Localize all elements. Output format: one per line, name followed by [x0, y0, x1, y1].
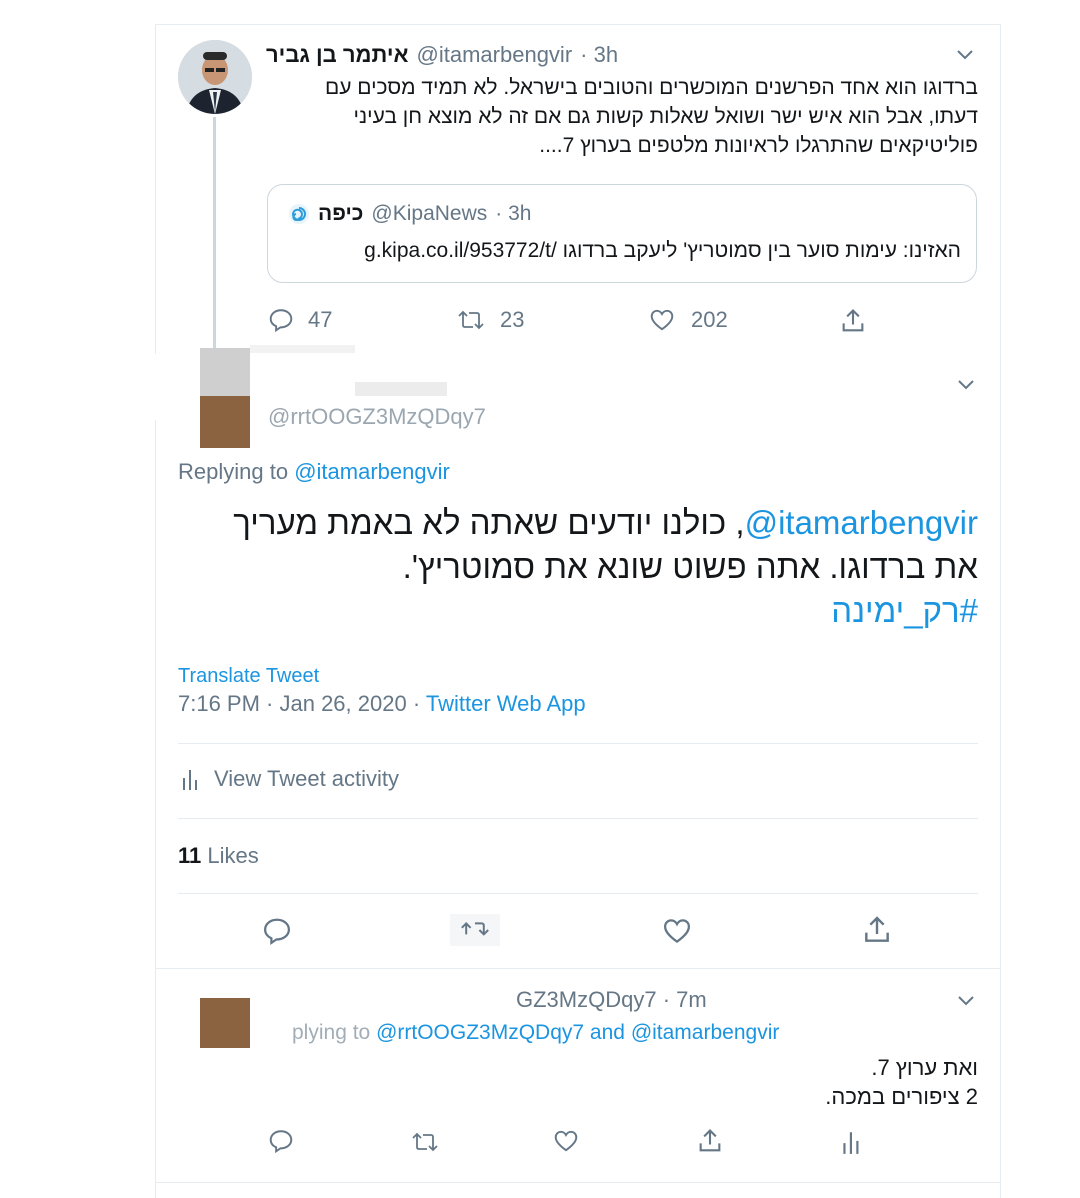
avatar[interactable]	[178, 40, 252, 114]
author-handle[interactable]: GZ3MzQDqy7	[516, 987, 657, 1012]
reply-icon[interactable]	[268, 1128, 294, 1154]
main-text-line-2: את ברדוגו. אתה פשוט שונא את סמוטריץ'.	[402, 548, 978, 585]
tweet-text-line: דעתו, אבל הוא איש ישר ושואל שאלות קשות ג…	[353, 105, 979, 128]
quote-handle: @KipaNews	[371, 202, 488, 225]
quote-text: האזינו: עימות סוער בין סמוטריץ' ליעקב בר…	[364, 239, 961, 262]
tweet-timestamp[interactable]: 7:16 PM · Jan 26, 2020 ·	[178, 691, 426, 716]
share-icon[interactable]	[861, 914, 893, 946]
translate-tweet-link[interactable]: Translate Tweet	[178, 665, 319, 688]
reply-text-line: ואת ערוץ 7.	[871, 1055, 978, 1080]
divider	[178, 818, 978, 819]
and-label: and	[589, 1021, 625, 1044]
tweet-text-line: ברדוגו הוא אחד הפרשנים המוכשרים והטובים …	[324, 76, 978, 99]
reply-action[interactable]: 47	[268, 307, 332, 333]
bar-chart-icon	[180, 766, 202, 792]
heart-icon[interactable]	[553, 1128, 579, 1154]
share-icon[interactable]	[696, 1127, 724, 1155]
like-count: 202	[691, 307, 728, 332]
divider	[155, 1182, 1001, 1183]
view-activity-label: View Tweet activity	[214, 766, 400, 791]
main-text-part: , כולנו יודעים שאתה לא באמת מעריך	[233, 504, 745, 541]
main-text-line-1: @itamarbengvir, כולנו יודעים שאתה לא באמ…	[178, 501, 978, 545]
mention-link[interactable]: @itamarbengvir	[745, 504, 978, 541]
share-icon[interactable]	[839, 307, 867, 335]
chevron-down-icon[interactable]	[955, 989, 977, 1011]
handle[interactable]: @itamarbengvir	[417, 42, 573, 68]
author-handle[interactable]: @rrtOOGZ3MzQDqy7	[268, 404, 486, 430]
view-activity[interactable]: View Tweet activity	[180, 766, 399, 792]
likes-label: Likes	[207, 843, 259, 868]
avatar[interactable]	[200, 998, 250, 1048]
likes-stat[interactable]: 11 Likes	[178, 843, 259, 869]
reply-header: GZ3MzQDqy7 · 7m	[516, 987, 707, 1013]
timestamp[interactable]: · 7m	[663, 987, 707, 1012]
likes-count: 11	[178, 843, 202, 868]
replying-to-handle[interactable]: @rrtOOGZ3MzQDqy7	[376, 1021, 584, 1044]
retweet-action[interactable]: 23	[456, 307, 524, 333]
heart-icon	[649, 307, 675, 333]
reply-text-line: 2 ציפורים במכה.	[825, 1084, 978, 1109]
quote-time: · 3h	[495, 202, 532, 225]
quote-name: כיפה	[318, 202, 364, 225]
replying-to-handle[interactable]: @itamarbengvir	[294, 459, 450, 484]
avatar[interactable]	[200, 396, 250, 448]
reply-icon[interactable]	[262, 916, 292, 946]
panel-right-border	[1000, 24, 1001, 1198]
bar-chart-icon[interactable]	[840, 1128, 864, 1156]
divider	[178, 893, 978, 894]
reply-count: 47	[308, 307, 333, 332]
avatar-photo-icon	[178, 40, 252, 114]
reply-text: ואת ערוץ 7. 2 ציפורים במכה.	[700, 1053, 978, 1111]
retweet-icon[interactable]	[450, 914, 500, 946]
hashtag-link[interactable]: #רק_ימינה	[178, 589, 978, 633]
redacted-area	[200, 348, 250, 396]
divider	[155, 968, 1001, 969]
chevron-down-icon[interactable]	[955, 373, 977, 395]
panel-left-border-lower	[155, 420, 156, 1198]
replying-to: plying to @rrtOOGZ3MzQDqy7 and @itamarbe…	[292, 1021, 779, 1045]
tweet-parent[interactable]: איתמר בן גביר @itamarbengvir · 3h ברדוגו…	[156, 25, 1000, 379]
replying-to-label: plying to	[292, 1021, 371, 1044]
redacted-strip	[250, 345, 355, 353]
tweet-meta: 7:16 PM · Jan 26, 2020 · Twitter Web App	[178, 691, 586, 717]
redacted-name	[355, 382, 447, 396]
tweet-text: ברדוגו הוא אחד הפרשנים המוכשרים והטובים …	[266, 73, 978, 160]
timestamp[interactable]: · 3h	[580, 42, 618, 68]
retweet-icon	[456, 307, 486, 333]
display-name[interactable]: איתמר בן גביר	[266, 42, 409, 68]
kipa-logo-icon	[288, 203, 310, 225]
retweet-icon[interactable]	[410, 1129, 440, 1155]
replying-to: Replying to @itamarbengvir	[178, 459, 450, 485]
replying-to-handle-2[interactable]: @itamarbengvir	[631, 1021, 780, 1044]
quote-header: כיפה @KipaNews · 3h	[288, 202, 531, 226]
thread-line	[213, 117, 216, 379]
tweet-header: איתמר בן גביר @itamarbengvir · 3h	[266, 41, 618, 69]
retweet-count: 23	[500, 307, 525, 332]
tweet-text-line: פוליטיקאים שהתרגלו לראיונות מלטפים בערוץ…	[539, 134, 978, 157]
main-tweet-text: @itamarbengvir, כולנו יודעים שאתה לא באמ…	[178, 501, 978, 633]
replying-to-label: Replying to	[178, 459, 289, 484]
chevron-down-icon[interactable]	[954, 43, 976, 65]
source-link[interactable]: Twitter Web App	[426, 691, 586, 716]
quoted-tweet[interactable]: כיפה @KipaNews · 3h האזינו: עימות סוער ב…	[267, 184, 977, 283]
like-action[interactable]: 202	[649, 307, 728, 333]
heart-icon[interactable]	[662, 916, 692, 946]
reply-icon	[268, 307, 294, 333]
divider	[178, 743, 978, 744]
